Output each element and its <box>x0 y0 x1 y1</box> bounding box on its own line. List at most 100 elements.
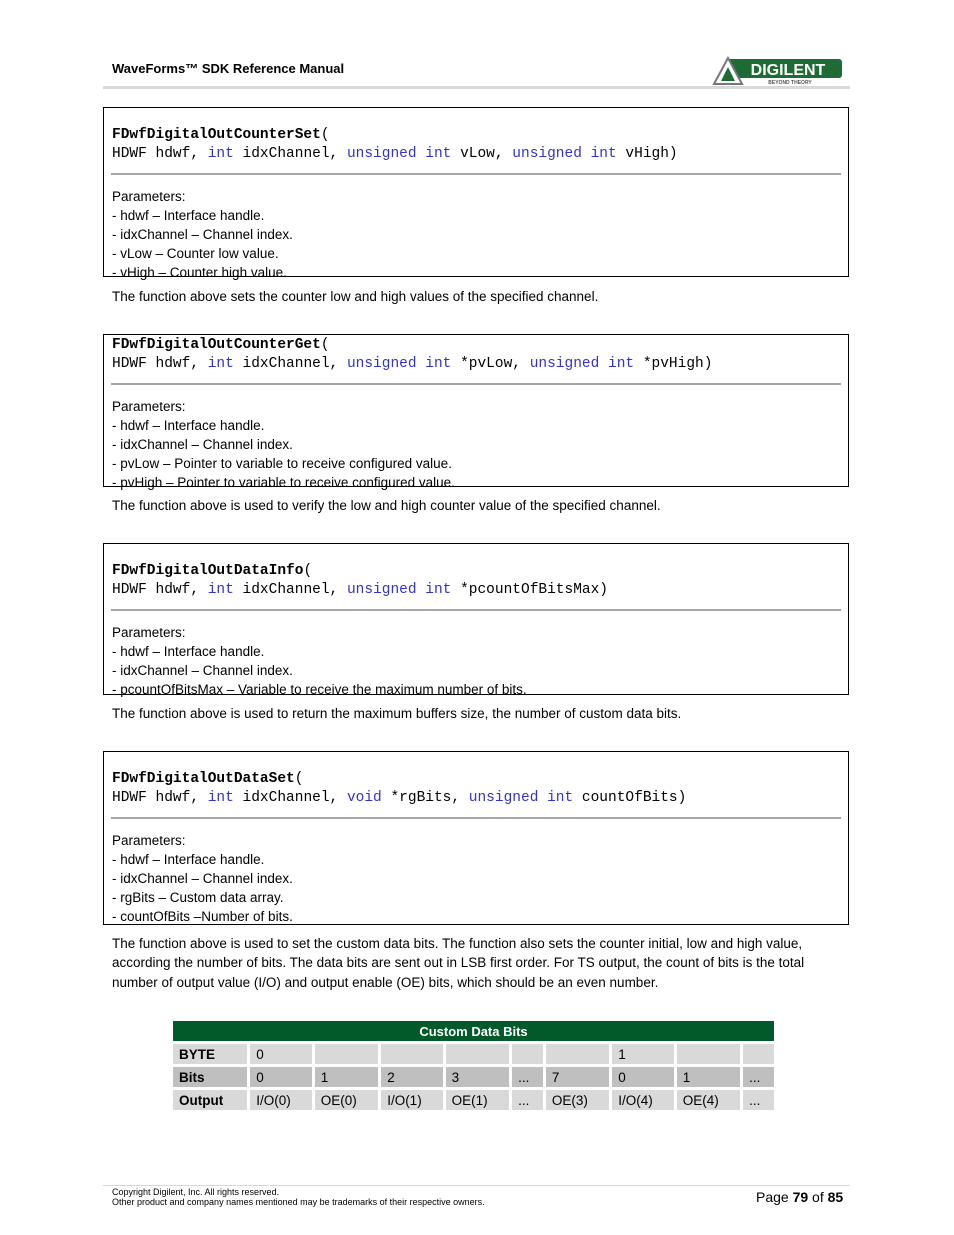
table-cell <box>545 1044 610 1064</box>
parameter-item: - idxChannel – Channel index. <box>112 871 293 886</box>
table-cell: OE(0) <box>314 1090 379 1110</box>
type-keyword: void <box>346 789 382 806</box>
type-keyword: int <box>207 789 234 806</box>
parameters-list: Parameters: - hdwf – Interface handle. - i… <box>104 187 848 282</box>
row-header: Bits <box>173 1067 248 1087</box>
parameter-item: - hdwf – Interface handle. <box>112 852 265 867</box>
type-keyword: unsigned int <box>529 355 635 372</box>
logo-text: DIGILENT <box>751 62 826 79</box>
signature-text: HDWF hdwf, <box>112 355 208 372</box>
parameter-item: - hdwf – Interface handle. <box>112 208 265 223</box>
signature-text: countOfBits) <box>573 789 687 806</box>
table-cell: 1 <box>676 1067 741 1087</box>
table-cell: ... <box>743 1090 774 1110</box>
table-cell: I/O(0) <box>250 1090 312 1110</box>
parameters-label: Parameters: <box>112 399 186 414</box>
signature-text: *rgBits, <box>381 789 469 806</box>
type-keyword: unsigned int <box>512 145 617 162</box>
signature-text: HDWF hdwf, <box>112 581 208 598</box>
function-name: FDwfDigitalOutDataInfo <box>112 563 304 579</box>
row-header: Output <box>173 1090 248 1110</box>
parameters-list: Parameters: - hdwf – Interface handle. - i… <box>104 397 848 492</box>
function-description-0: The function above sets the counter low … <box>112 289 599 304</box>
signature-divider <box>111 609 841 611</box>
table-cell: 0 <box>612 1067 674 1087</box>
type-keyword: unsigned int <box>346 145 452 162</box>
table-cell <box>314 1044 379 1064</box>
parameter-item: - vLow – Counter low value. <box>112 246 279 261</box>
header-title: WaveForms™ SDK Reference Manual <box>112 61 345 76</box>
table-cell: 0 <box>250 1044 312 1064</box>
function-description-1: The function above is used to verify the… <box>112 498 661 513</box>
footer-rule <box>103 1185 850 1186</box>
table-cell <box>743 1044 774 1064</box>
parameter-item: - pvHigh – Pointer to variable to receiv… <box>112 475 455 490</box>
signature-text: vLow, <box>451 145 513 162</box>
parameters-list: Parameters: - hdwf – Interface handle. - i… <box>104 623 848 699</box>
table-cell <box>676 1044 741 1064</box>
function-name: FDwfDigitalOutDataSet <box>112 771 295 787</box>
table-cell: OE(1) <box>445 1090 510 1110</box>
footer-legal: Copyright Digilent, Inc. All rights rese… <box>112 1187 485 1207</box>
signature-text: *pcountOfBitsMax) <box>451 581 609 598</box>
signature-text: idxChannel, <box>233 581 347 598</box>
function-signature: FDwfDigitalOutDataInfo(HDWF hdwf, int id… <box>112 563 609 598</box>
type-keyword: unsigned int <box>468 789 574 806</box>
function-box-0: FDwfDigitalOutCounterSet(HDWF hdwf, int … <box>103 107 849 280</box>
parameter-item: - hdwf – Interface handle. <box>112 418 265 433</box>
copyright-text: Copyright Digilent, Inc. All rights rese… <box>112 1187 280 1197</box>
signature-divider <box>111 383 841 385</box>
table-cell <box>512 1044 543 1064</box>
table-cell: ... <box>512 1090 543 1110</box>
signature-text: idxChannel, <box>233 355 347 372</box>
function-signature: FDwfDigitalOutDataSet(HDWF hdwf, int idx… <box>112 771 687 806</box>
signature-text: *pvHigh) <box>634 355 713 372</box>
table-cell: OE(4) <box>676 1090 741 1110</box>
signature-text: *pvLow, <box>451 355 530 372</box>
table-title: Custom Data Bits <box>173 1021 774 1041</box>
custom-data-bits-table: Custom Data Bits BYTE 0 1 Bits 0 1 2 3... 7 0 1...… <box>170 1018 777 1113</box>
signature-text: HDWF hdwf, <box>112 789 208 806</box>
parameter-item: - rgBits – Custom data array. <box>112 890 284 905</box>
function-description-3: The function above is used to set the cu… <box>112 936 805 990</box>
type-keyword: int <box>207 145 234 162</box>
trademark-text: Other product and company names mentione… <box>112 1197 485 1207</box>
table-cell: 2 <box>381 1067 443 1087</box>
table-cell <box>445 1044 510 1064</box>
function-name: FDwfDigitalOutCounterGet <box>112 337 321 353</box>
type-keyword: unsigned int <box>346 355 452 372</box>
page-total: 85 <box>827 1189 844 1205</box>
parameter-item: - hdwf – Interface handle. <box>112 644 265 659</box>
row-header: BYTE <box>173 1044 248 1064</box>
table-cell: ... <box>743 1067 774 1087</box>
parameter-item: - idxChannel – Channel index. <box>112 663 293 678</box>
header-rule <box>103 86 850 89</box>
parameter-item: - idxChannel – Channel index. <box>112 437 293 452</box>
parameters-list: Parameters: - hdwf – Interface handle. - i… <box>104 831 848 926</box>
table-cell: ... <box>512 1067 543 1087</box>
digilent-logo: DIGILENT BEYOND THEORY <box>712 56 842 86</box>
table-cell: 1 <box>612 1044 674 1064</box>
function-box-1: FDwfDigitalOutCounterGet(HDWF hdwf, int … <box>103 334 849 490</box>
table-row: Output I/O(0) OE(0) I/O(1) OE(1)... OE(3) I/O(… <box>173 1090 774 1110</box>
signature-divider <box>111 817 841 819</box>
type-keyword: int <box>207 355 234 372</box>
parameters-label: Parameters: <box>112 833 186 848</box>
table-cell: 1 <box>314 1067 379 1087</box>
signature-text: HDWF hdwf, <box>112 145 208 162</box>
parameters-label: Parameters: <box>112 625 186 640</box>
signature-text: idxChannel, <box>233 145 347 162</box>
table-cell: I/O(4) <box>612 1090 674 1110</box>
parameter-item: - idxChannel – Channel index. <box>112 227 293 242</box>
function-description-2: The function above is used to return the… <box>112 706 682 721</box>
function-box-3: FDwfDigitalOutDataSet(HDWF hdwf, int idx… <box>103 751 849 925</box>
signature-text: idxChannel, <box>233 789 347 806</box>
table-cell: 7 <box>545 1067 610 1087</box>
table-row: Bits 0 1 2 3... 7 0 1... <box>173 1067 774 1087</box>
parameters-label: Parameters: <box>112 189 186 204</box>
type-keyword: unsigned int <box>346 581 452 598</box>
table-cell: OE(3) <box>545 1090 610 1110</box>
table-cell: I/O(1) <box>381 1090 443 1110</box>
page-number: 79 <box>792 1189 809 1205</box>
parameter-item: - vHigh – Counter high value. <box>112 265 287 280</box>
